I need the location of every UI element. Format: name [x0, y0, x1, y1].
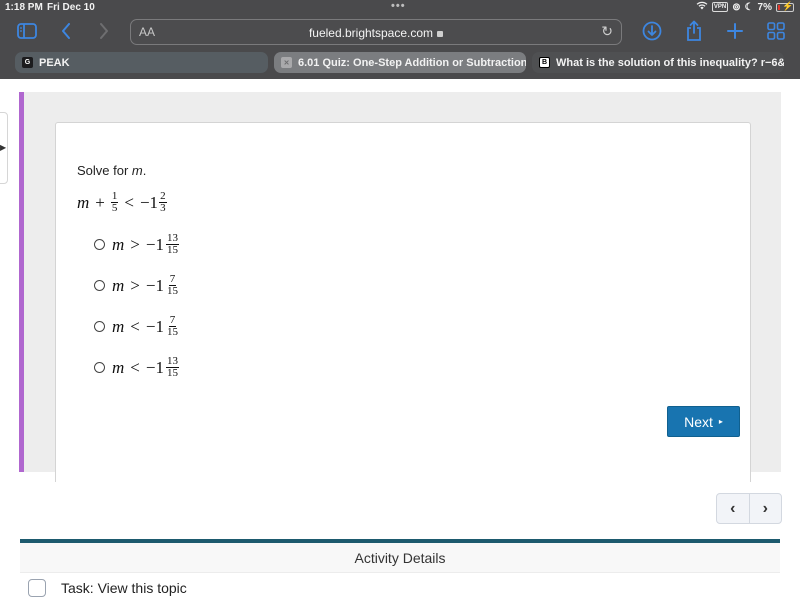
- download-icon[interactable]: [641, 19, 663, 43]
- peak-favicon-icon: G: [22, 57, 33, 68]
- option-variable: m: [112, 316, 125, 336]
- prompt-text: Solve for: [77, 163, 132, 178]
- play-arrow-icon: ▸: [718, 417, 723, 426]
- url-text: fueled.brightspace.com: [308, 26, 434, 40]
- fraction-denominator: 3: [160, 202, 166, 214]
- activity-details-header: Activity Details: [20, 543, 780, 573]
- vpn-badge: VPN: [711, 2, 729, 12]
- back-icon[interactable]: [58, 19, 74, 43]
- fraction-denominator: 15: [166, 244, 178, 256]
- option-whole: −1: [145, 357, 164, 377]
- whole-number: −1: [139, 192, 159, 212]
- option-whole: −1: [145, 275, 164, 295]
- url-display[interactable]: fueled.brightspace.com: [131, 26, 621, 40]
- status-time: 1:18 PM: [5, 2, 43, 13]
- activity-details: Activity Details Task: View this topic: [20, 539, 780, 600]
- browser-chrome: 1:18 PM Fri Dec 10 ••• VPN ⊚ ☾ 7% AA fue…: [0, 0, 800, 79]
- next-label: Next: [684, 413, 713, 430]
- side-panel-toggle[interactable]: ▶: [0, 112, 8, 184]
- status-bar: 1:18 PM Fri Dec 10 ••• VPN ⊚ ☾ 7%: [0, 0, 800, 14]
- fraction: 1 5: [110, 191, 119, 214]
- answer-option-4[interactable]: m < −1 13 15: [94, 356, 179, 379]
- close-tab-icon[interactable]: ✕: [281, 57, 292, 68]
- status-indicators: VPN ⊚ ☾ 7%: [696, 1, 794, 13]
- relation-operator: <: [124, 192, 134, 212]
- new-tab-icon[interactable]: [724, 19, 746, 43]
- task-checkbox[interactable]: [28, 579, 46, 597]
- next-topic-button[interactable]: ›: [748, 494, 782, 523]
- status-date: Fri Dec 10: [47, 2, 95, 13]
- tab-label: What is the solution of this inequality?…: [556, 56, 784, 69]
- equation-variable: m: [77, 192, 90, 212]
- fraction-denominator: 5: [111, 202, 118, 214]
- tab-label: PEAK: [39, 56, 70, 69]
- reload-icon[interactable]: ↻: [601, 23, 613, 40]
- option-relation: >: [130, 234, 140, 254]
- tab-peak[interactable]: G PEAK: [15, 52, 268, 73]
- answer-option-2[interactable]: m > −1 7 15: [94, 274, 179, 297]
- option-whole: −1: [145, 234, 164, 254]
- task-row: Task: View this topic: [20, 573, 780, 600]
- wifi-icon: [696, 1, 708, 13]
- option-whole: −1: [145, 316, 164, 336]
- radio-button[interactable]: [94, 280, 105, 291]
- option-fraction: 7 15: [166, 315, 179, 338]
- share-icon[interactable]: [683, 19, 705, 43]
- answer-option-1[interactable]: m > −1 13 15: [94, 233, 179, 256]
- answer-option-3[interactable]: m < −1 7 15: [94, 315, 179, 338]
- radio-button[interactable]: [94, 362, 105, 373]
- question-prompt: Solve for m.: [77, 163, 146, 178]
- previous-topic-button[interactable]: ‹: [717, 494, 749, 523]
- multitasking-dots-icon[interactable]: •••: [391, 0, 406, 12]
- option-fraction: 13 15: [165, 356, 179, 379]
- option-relation: >: [130, 275, 140, 295]
- fraction-denominator: 15: [166, 285, 178, 297]
- question-card: Solve for m. m + 1 5 < −1 2 3 m > −1 13 …: [55, 122, 751, 482]
- topic-pager: ‹ ›: [716, 493, 782, 524]
- fraction: 2 3: [159, 191, 167, 214]
- accent-bar: [19, 92, 24, 472]
- sidebar-icon[interactable]: [16, 19, 38, 43]
- lock-icon: [437, 31, 444, 37]
- option-variable: m: [112, 234, 125, 254]
- quiz-content-panel: Solve for m. m + 1 5 < −1 2 3 m > −1 13 …: [19, 92, 781, 482]
- task-label: Task: View this topic: [61, 580, 187, 596]
- battery-icon: [776, 1, 794, 12]
- brainly-favicon-icon: B: [539, 57, 550, 68]
- forward-icon[interactable]: [96, 19, 112, 43]
- tab-quiz-active[interactable]: ✕ 6.01 Quiz: One-Step Addition or Subtra…: [274, 52, 526, 73]
- rotation-lock-icon: ⊚: [732, 1, 741, 13]
- address-bar[interactable]: AA fueled.brightspace.com ↻: [130, 19, 622, 45]
- fraction-denominator: 15: [166, 326, 178, 338]
- option-relation: <: [130, 357, 140, 377]
- prompt-period: .: [142, 163, 147, 178]
- prompt-variable: m: [131, 163, 143, 178]
- option-fraction: 7 15: [166, 274, 179, 297]
- option-variable: m: [112, 275, 125, 295]
- radio-button[interactable]: [94, 321, 105, 332]
- next-button[interactable]: Next ▸: [667, 406, 740, 437]
- tab-label: 6.01 Quiz: One-Step Addition or Subtract…: [298, 56, 526, 69]
- option-fraction: 13 15: [165, 233, 179, 256]
- inequality-equation: m + 1 5 < −1 2 3: [77, 191, 167, 214]
- option-relation: <: [130, 316, 140, 336]
- tab-overview-icon[interactable]: [765, 19, 787, 43]
- radio-button[interactable]: [94, 239, 105, 250]
- option-variable: m: [112, 357, 125, 377]
- fraction-denominator: 15: [166, 367, 178, 379]
- battery-percent: 7%: [757, 1, 772, 13]
- expand-arrow-icon: ▶: [0, 143, 7, 152]
- tab-brainly[interactable]: B What is the solution of this inequalit…: [532, 52, 784, 73]
- plus-operator: +: [95, 192, 105, 212]
- do-not-disturb-moon-icon: ☾: [744, 1, 754, 13]
